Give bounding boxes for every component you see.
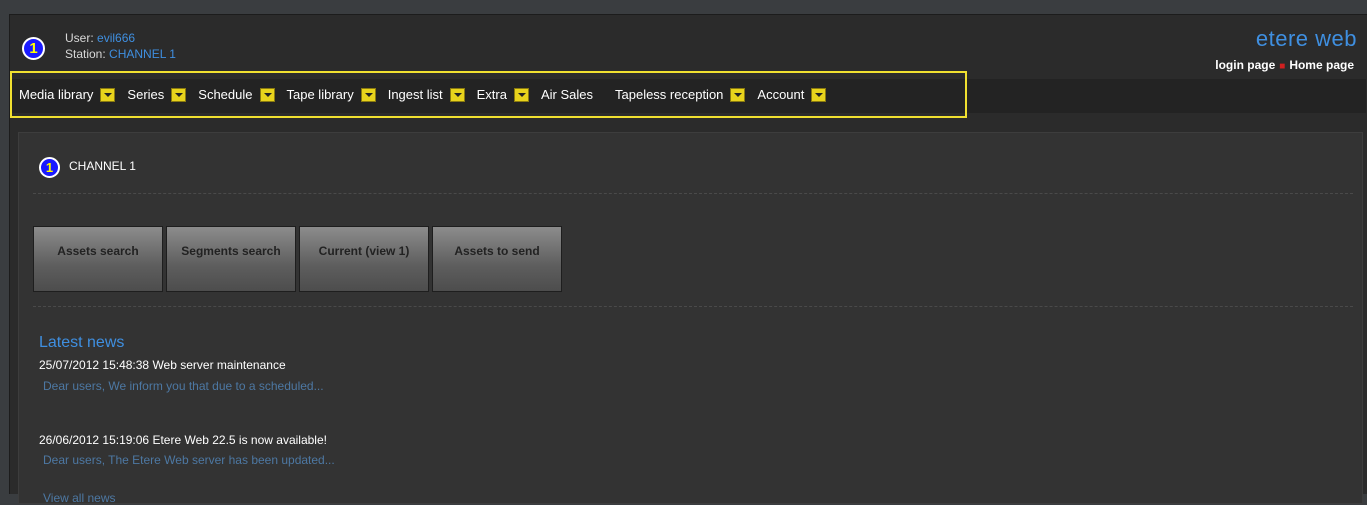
dropdown-arrow-icon[interactable] (449, 87, 465, 102)
menu-tape-library[interactable]: Tape library (287, 87, 376, 102)
dropdown-arrow-icon[interactable] (171, 87, 187, 102)
menu-schedule[interactable]: Schedule (198, 87, 275, 102)
station-number-badge: 1 (22, 37, 45, 60)
station-label: Station: (65, 47, 106, 61)
dropdown-arrow-icon[interactable] (730, 87, 746, 102)
current-view-button[interactable]: Current (view 1) (299, 226, 429, 292)
divider (33, 193, 1353, 194)
news-snippet-link[interactable]: Dear users, The Etere Web server has bee… (43, 453, 335, 467)
news-snippet-link[interactable]: Dear users, We inform you that due to a … (43, 379, 324, 393)
content-panel: 1 CHANNEL 1 Assets search Segments searc… (18, 132, 1363, 505)
menu-label: Ingest list (387, 87, 443, 102)
link-separator-icon: ■ (1279, 61, 1286, 72)
user-label: User: (65, 31, 94, 45)
menu-label: Series (127, 87, 165, 102)
menu-tapeless-reception[interactable]: Tapeless reception (615, 87, 746, 102)
menu-label: Schedule (198, 87, 253, 102)
dropdown-arrow-icon[interactable] (513, 87, 529, 102)
menu-media-library[interactable]: Media library (19, 87, 116, 102)
menu-series[interactable]: Series (127, 87, 187, 102)
main-menu: Media library Series Schedule Tape libra… (19, 87, 838, 102)
dropdown-arrow-icon[interactable] (360, 87, 376, 102)
dropdown-arrow-icon[interactable] (100, 87, 116, 102)
login-page-link[interactable]: login page (1215, 58, 1275, 72)
menu-label: Tapeless reception (615, 87, 724, 102)
news-headline: 25/07/2012 15:48:38 Web server maintenan… (39, 358, 286, 372)
user-info: User: evil666 Station: CHANNEL 1 (65, 30, 176, 62)
menu-label: Account (757, 87, 805, 102)
menu-account[interactable]: Account (757, 87, 827, 102)
user-line: User: evil666 (65, 30, 176, 46)
header-links: login page ■ Home page (1215, 58, 1354, 72)
menu-ingest-list[interactable]: Ingest list (388, 87, 465, 102)
channel-number-badge: 1 (39, 157, 60, 178)
latest-news-heading: Latest news (39, 334, 125, 351)
news-headline: 26/06/2012 15:19:06 Etere Web 22.5 is no… (39, 433, 327, 447)
menu-label: Air Sales (540, 87, 593, 102)
app-frame: 1 User: evil666 Station: CHANNEL 1 etere… (9, 14, 1367, 505)
quick-actions: Assets search Segments search Current (v… (33, 226, 565, 292)
dropdown-arrow-icon[interactable] (811, 87, 827, 102)
station-line: Station: CHANNEL 1 (65, 46, 176, 62)
dropdown-arrow-icon[interactable] (259, 87, 275, 102)
home-page-link[interactable]: Home page (1289, 58, 1354, 72)
menu-extra[interactable]: Extra (477, 87, 529, 102)
assets-to-send-button[interactable]: Assets to send (432, 226, 562, 292)
channel-title: CHANNEL 1 (69, 159, 136, 173)
menu-label: Tape library (286, 87, 354, 102)
station-link[interactable]: CHANNEL 1 (109, 47, 176, 61)
assets-search-button[interactable]: Assets search (33, 226, 163, 292)
menu-air-sales[interactable]: Air Sales (541, 87, 593, 102)
menu-label: Extra (476, 87, 507, 102)
segments-search-button[interactable]: Segments search (166, 226, 296, 292)
divider (33, 306, 1353, 307)
brand-logo: etere web (1255, 26, 1357, 51)
user-link[interactable]: evil666 (97, 31, 135, 45)
menu-label: Media library (19, 87, 94, 102)
view-all-news-link[interactable]: View all news (43, 491, 115, 505)
